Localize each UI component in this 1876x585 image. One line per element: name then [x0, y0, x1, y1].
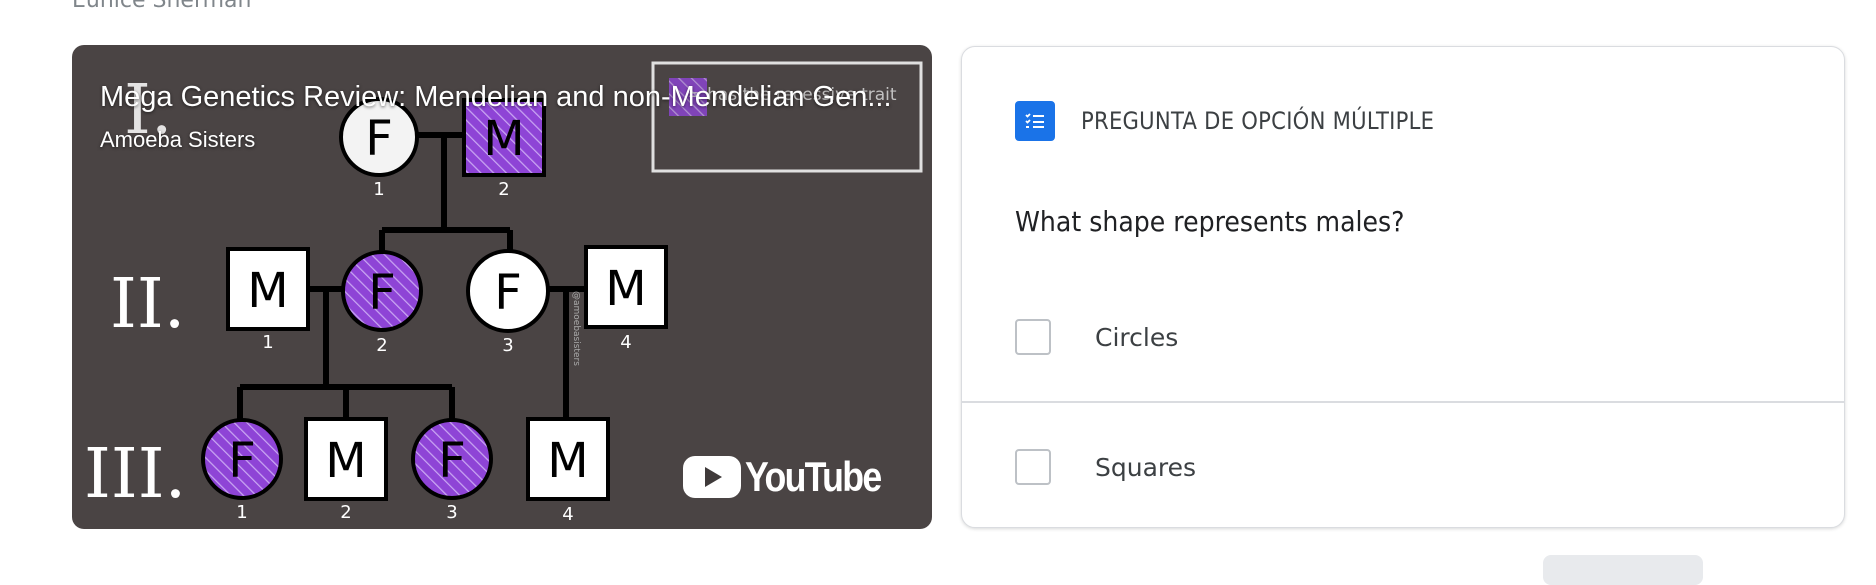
gen3-female-3: F 3 — [411, 418, 493, 523]
svg-text:4: 4 — [620, 332, 631, 353]
question-text: What shape represents males? — [1015, 205, 1405, 238]
gen1-female-1: F 1 — [339, 97, 419, 200]
watermark-text: @amoebasisters — [571, 291, 581, 366]
svg-text:1: 1 — [373, 179, 384, 200]
gen2-male-1: M 1 — [226, 247, 310, 353]
svg-text:F: F — [368, 265, 396, 321]
svg-text:1: 1 — [262, 332, 273, 353]
question-type-label: PREGUNTA DE OPCIÓN MÚLTIPLE — [1081, 107, 1435, 135]
generation-label-2: II. — [110, 265, 185, 344]
svg-text:1: 1 — [236, 502, 247, 523]
svg-text:M: M — [547, 433, 588, 489]
youtube-logo[interactable]: YouTube — [682, 453, 904, 501]
svg-text:M: M — [483, 111, 524, 167]
youtube-video-player[interactable]: = has the recessive trait I. II. III. F — [72, 45, 932, 529]
gen3-male-4: M 4 — [526, 417, 610, 525]
svg-text:4: 4 — [562, 504, 573, 525]
option-checkbox[interactable] — [1015, 449, 1051, 485]
answer-option[interactable]: Circles — [962, 273, 1844, 403]
svg-text:F: F — [365, 111, 393, 167]
svg-text:M: M — [325, 433, 366, 489]
svg-text:M: M — [605, 261, 646, 317]
checklist-icon — [1015, 101, 1055, 141]
video-title[interactable]: Mega Genetics Review: Mendelian and non-… — [100, 81, 892, 114]
option-label: Squares — [1095, 452, 1197, 482]
author-name: Eunice Sherman — [72, 0, 252, 13]
gen2-female-3: F 3 — [466, 249, 550, 356]
gen3-female-1: F 1 — [201, 418, 283, 523]
gen2-female-2: F 2 — [341, 250, 423, 356]
answer-option[interactable]: Squares — [962, 403, 1844, 527]
play-icon — [682, 456, 741, 498]
legend-box: = has the recessive trait — [651, 61, 923, 173]
gen2-male-4: M 4 — [584, 245, 668, 353]
svg-text:2: 2 — [376, 335, 387, 356]
gen3-male-2: M 2 — [304, 417, 388, 523]
youtube-wordmark: YouTube — [744, 453, 882, 500]
gen1-male-2: M 2 — [462, 98, 546, 200]
video-channel[interactable]: Amoeba Sisters — [100, 127, 255, 153]
svg-text:3: 3 — [502, 335, 513, 356]
svg-text:2: 2 — [340, 502, 351, 523]
action-button[interactable] — [1543, 555, 1703, 585]
svg-text:M: M — [247, 263, 288, 319]
option-label: Circles — [1095, 322, 1179, 352]
option-checkbox[interactable] — [1015, 319, 1051, 355]
svg-text:2: 2 — [498, 179, 509, 200]
svg-text:3: 3 — [446, 502, 457, 523]
question-type: PREGUNTA DE OPCIÓN MÚLTIPLE — [1015, 101, 1482, 141]
svg-text:F: F — [438, 433, 466, 489]
svg-text:F: F — [494, 265, 522, 321]
generation-label-3: III. — [84, 435, 186, 514]
svg-text:F: F — [228, 433, 256, 489]
question-card: PREGUNTA DE OPCIÓN MÚLTIPLE What shape r… — [961, 46, 1845, 528]
